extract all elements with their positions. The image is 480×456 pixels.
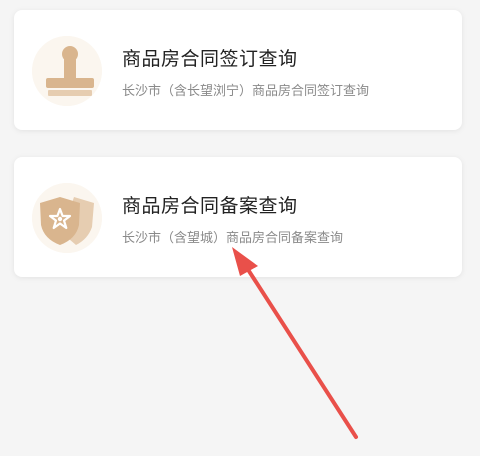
stamp-icon bbox=[32, 36, 102, 106]
card-subtitle: 长沙市（含望城）商品房合同备案查询 bbox=[122, 231, 344, 246]
card-subtitle: 长沙市（含长望浏宁）商品房合同签订查询 bbox=[122, 84, 370, 99]
card-title: 商品房合同备案查询 bbox=[122, 195, 298, 217]
contract-signing-query-card[interactable]: 商品房合同签订查询 长沙市（含长望浏宁）商品房合同签订查询 bbox=[14, 10, 462, 130]
shield-star-icon bbox=[32, 183, 102, 253]
contract-filing-query-card[interactable]: 商品房合同备案查询 长沙市（含望城）商品房合同备案查询 bbox=[14, 157, 462, 277]
card-title: 商品房合同签订查询 bbox=[122, 48, 298, 70]
